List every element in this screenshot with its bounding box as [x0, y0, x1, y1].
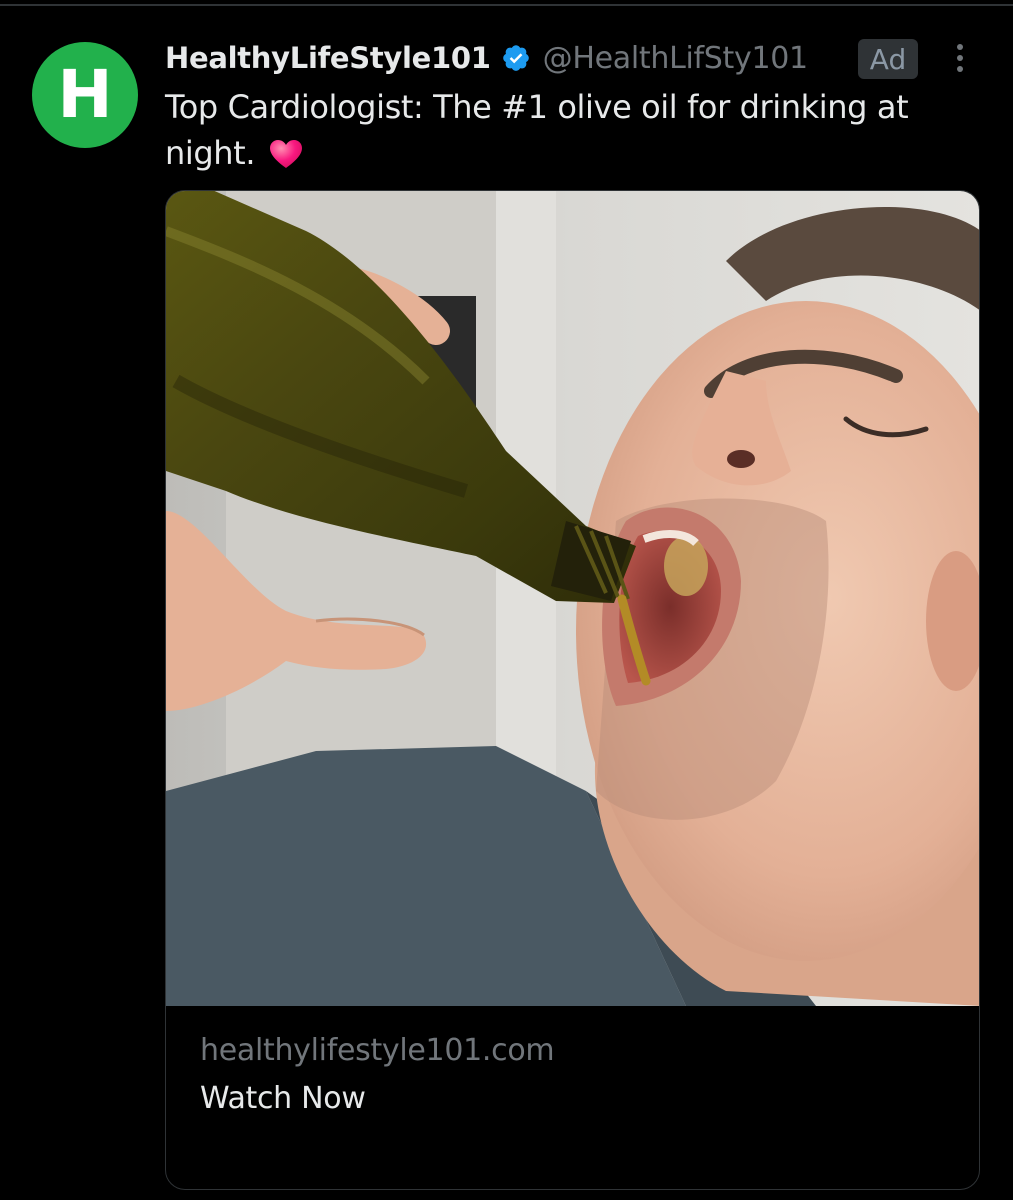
link-card[interactable]: healthylifestyle101.com Watch Now	[165, 190, 980, 1190]
top-divider	[0, 0, 1013, 6]
post-header: HealthyLifeStyle101 @HealthLifSty101	[165, 36, 808, 80]
ad-badge: Ad	[858, 39, 918, 79]
more-options-icon-dot	[957, 66, 963, 72]
more-options-icon	[957, 44, 963, 50]
promoted-post[interactable]: H HealthyLifeStyle101 @HealthLifSty101 A…	[0, 8, 1013, 1200]
handle[interactable]: @HealthLifSty101	[543, 41, 808, 76]
avatar-letter: H	[57, 56, 113, 133]
card-domain[interactable]: healthylifestyle101.com	[200, 1033, 555, 1068]
watch-now-link[interactable]: Watch Now	[200, 1081, 366, 1116]
more-options-button[interactable]	[944, 36, 976, 80]
man-drinking-olive-oil-photo	[166, 191, 979, 1006]
avatar[interactable]: H	[32, 42, 138, 148]
card-image[interactable]	[166, 191, 979, 1006]
post-text-container: Top Cardiologist: The #1 olive oil for d…	[165, 84, 945, 176]
display-name[interactable]: HealthyLifeStyle101	[165, 41, 491, 75]
verified-badge-icon[interactable]	[501, 43, 531, 73]
heart-icon	[269, 140, 302, 168]
more-options-icon-dot	[957, 55, 963, 61]
